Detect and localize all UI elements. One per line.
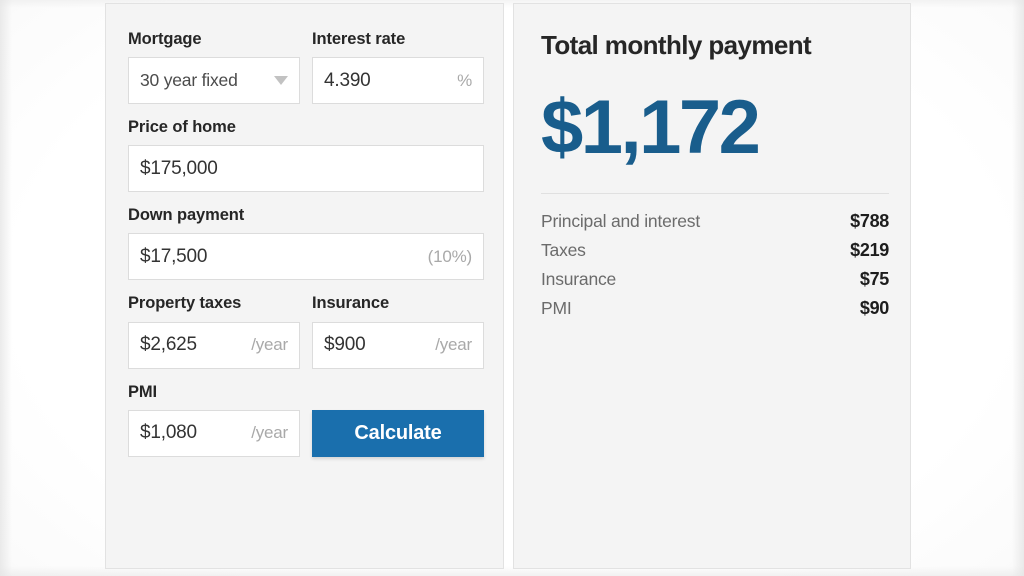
mortgage-calculator-screen: Mortgage 30 year fixed Interest rate 4.3… bbox=[0, 0, 1024, 576]
pmi-input[interactable]: $1,080 /year bbox=[128, 409, 300, 457]
breakdown-value: $219 bbox=[850, 239, 889, 260]
price-of-home-label: Price of home bbox=[128, 118, 236, 137]
field-down-payment: Down payment $17,500 (10%) bbox=[128, 206, 484, 281]
form-row-mortgage-interest: Mortgage 30 year fixed Interest rate 4.3… bbox=[128, 30, 484, 118]
insurance-input[interactable]: $900 /year bbox=[312, 321, 484, 369]
payment-breakdown-list: Principal and interest $788 Taxes $219 I… bbox=[541, 211, 889, 319]
breakdown-label: PMI bbox=[541, 297, 572, 318]
summary-divider bbox=[541, 192, 889, 194]
payment-summary-panel: Total monthly payment $1,172 Principal a… bbox=[513, 3, 911, 569]
down-payment-label: Down payment bbox=[128, 206, 245, 225]
breakdown-row-pmi: PMI $90 bbox=[541, 298, 889, 319]
property-taxes-label: Property taxes bbox=[128, 294, 242, 313]
breakdown-row-principal-and-interest: Principal and interest $788 bbox=[541, 211, 889, 232]
payment-summary: Total monthly payment $1,172 Principal a… bbox=[541, 30, 889, 327]
property-taxes-suffix: /year bbox=[251, 335, 288, 355]
field-property-taxes: Property taxes $2,625 /year bbox=[128, 294, 300, 369]
down-payment-percent: (10%) bbox=[427, 246, 473, 266]
insurance-label: Insurance bbox=[312, 294, 390, 313]
interest-rate-value: 4.390 bbox=[324, 69, 371, 91]
pmi-label: PMI bbox=[128, 382, 158, 401]
pmi-value: $1,080 bbox=[140, 422, 197, 444]
breakdown-value: $90 bbox=[859, 297, 889, 318]
mortgage-select[interactable]: 30 year fixed bbox=[128, 57, 300, 105]
form-row-pmi-calculate: PMI $1,080 /year Calculate bbox=[128, 383, 484, 457]
chevron-down-icon bbox=[274, 76, 288, 86]
interest-rate-label: Interest rate bbox=[312, 30, 406, 48]
property-taxes-value: $2,625 bbox=[140, 334, 197, 356]
breakdown-value: $75 bbox=[859, 268, 889, 289]
breakdown-label: Taxes bbox=[541, 239, 586, 260]
mortgage-label: Mortgage bbox=[128, 30, 202, 48]
calculator-form-panel: Mortgage 30 year fixed Interest rate 4.3… bbox=[105, 3, 504, 569]
summary-title: Total monthly payment bbox=[541, 30, 812, 60]
breakdown-label: Insurance bbox=[541, 268, 617, 289]
down-payment-value: $17,500 bbox=[140, 245, 208, 267]
price-of-home-input[interactable]: $175,000 bbox=[128, 145, 484, 193]
breakdown-label: Principal and interest bbox=[541, 210, 701, 231]
field-price-of-home: Price of home $175,000 bbox=[128, 118, 484, 193]
breakdown-row-taxes: Taxes $219 bbox=[541, 240, 889, 261]
breakdown-value: $788 bbox=[850, 210, 889, 231]
calculator-form: Mortgage 30 year fixed Interest rate 4.3… bbox=[128, 30, 484, 471]
field-mortgage: Mortgage 30 year fixed bbox=[128, 30, 300, 105]
mortgage-selected-value: 30 year fixed bbox=[140, 70, 238, 91]
calculate-button[interactable]: Calculate bbox=[312, 409, 484, 457]
field-interest-rate: Interest rate 4.390 % bbox=[312, 30, 484, 105]
field-insurance: Insurance $900 /year bbox=[312, 294, 484, 369]
insurance-suffix: /year bbox=[435, 335, 472, 355]
interest-rate-suffix: % bbox=[457, 70, 472, 90]
property-taxes-input[interactable]: $2,625 /year bbox=[128, 321, 300, 369]
pmi-suffix: /year bbox=[251, 423, 288, 443]
interest-rate-input[interactable]: 4.390 % bbox=[312, 57, 484, 105]
breakdown-row-insurance: Insurance $75 bbox=[541, 269, 889, 290]
total-monthly-payment-amount: $1,172 bbox=[541, 84, 761, 170]
form-row-taxes-insurance: Property taxes $2,625 /year Insurance $9… bbox=[128, 294, 484, 382]
pmi-calculate-row: $1,080 /year Calculate bbox=[128, 409, 484, 457]
insurance-value: $900 bbox=[324, 334, 366, 356]
price-of-home-value: $175,000 bbox=[140, 157, 218, 179]
down-payment-input[interactable]: $17,500 (10%) bbox=[128, 233, 484, 281]
